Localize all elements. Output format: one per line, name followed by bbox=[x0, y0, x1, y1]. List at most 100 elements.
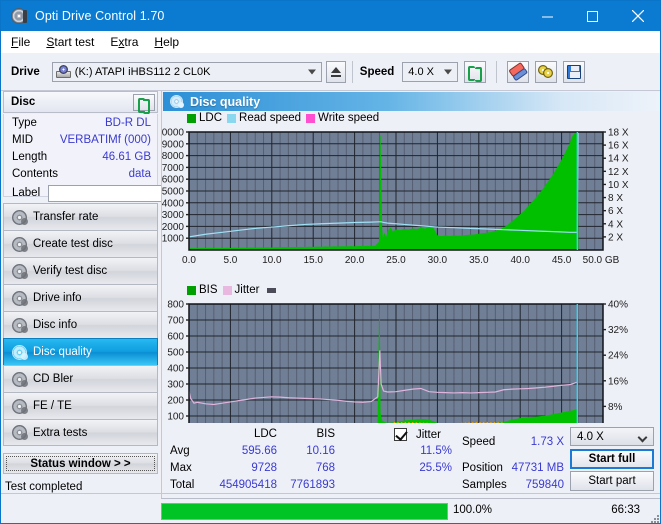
svg-text:800: 800 bbox=[167, 300, 184, 311]
sidebar-item-extra-tests[interactable]: Extra tests bbox=[3, 419, 158, 446]
stats-jitter-max: 25.5% bbox=[419, 462, 452, 474]
svg-text:18 X: 18 X bbox=[608, 128, 629, 139]
legend-swatch-read-speed bbox=[227, 113, 237, 123]
svg-text:5000: 5000 bbox=[162, 187, 184, 198]
stats-row-label-max: Max bbox=[170, 462, 192, 474]
cd-icon bbox=[12, 371, 28, 387]
sidebar-item-label: Disc info bbox=[33, 319, 78, 331]
sidebar-item-disc-quality[interactable]: Disc quality bbox=[3, 338, 158, 365]
save-button[interactable] bbox=[563, 60, 586, 83]
chevron-down-icon bbox=[637, 432, 648, 443]
resize-grip[interactable] bbox=[649, 513, 659, 523]
menu-start-test-rest: tart test bbox=[54, 35, 95, 49]
status-window-button[interactable]: Status window > > bbox=[3, 453, 158, 474]
status-text-container: Test completed bbox=[1, 477, 160, 497]
svg-text:9000: 9000 bbox=[162, 139, 184, 150]
disc-row-type-label: Type bbox=[12, 116, 37, 129]
disc-row-contents-label: Contents bbox=[12, 167, 59, 180]
disc-row-mid-value: VERBATIMf (000) bbox=[59, 133, 151, 146]
sidebar-item-verify-test-disc[interactable]: Verify test disc bbox=[3, 257, 158, 284]
position-stat-label: Position bbox=[462, 462, 503, 474]
maximize-icon[interactable] bbox=[570, 1, 615, 31]
test-speed-select[interactable]: 4.0 X bbox=[570, 427, 654, 446]
disc-row-contents-value: data bbox=[128, 167, 151, 180]
cd-icon bbox=[12, 425, 28, 440]
svg-text:15.0: 15.0 bbox=[303, 255, 323, 266]
svg-text:4 X: 4 X bbox=[608, 219, 623, 230]
legend-swatch-bis bbox=[187, 285, 196, 295]
erase-button[interactable] bbox=[507, 60, 530, 83]
disc-refresh-button[interactable] bbox=[133, 94, 155, 114]
progress-bar bbox=[161, 503, 448, 520]
stats-ldc-avg: 595.66 bbox=[241, 445, 277, 457]
cd-icon bbox=[12, 344, 28, 360]
sidebar-item-fe-te[interactable]: FE / TE bbox=[3, 392, 158, 419]
sidebar-item-transfer-rate[interactable]: Transfer rate bbox=[3, 203, 158, 230]
close-icon[interactable] bbox=[615, 1, 660, 31]
svg-text:10000: 10000 bbox=[162, 128, 184, 139]
bitsetting-button[interactable] bbox=[535, 60, 558, 83]
legend-entry-bis: BIS bbox=[187, 284, 218, 296]
svg-text:0.0: 0.0 bbox=[182, 255, 196, 266]
status-text: Test completed bbox=[5, 481, 83, 493]
eject-button[interactable] bbox=[325, 60, 346, 83]
cd-icon bbox=[12, 209, 28, 225]
menu-file-rest: ile bbox=[18, 35, 31, 49]
left-panel: Disc Type BD-R DL MID VERBATIMf (000) Le… bbox=[1, 91, 251, 523]
chevron-down-icon bbox=[444, 69, 453, 74]
speed-select[interactable]: 4.0 X bbox=[402, 61, 459, 82]
menu-help[interactable]: Help bbox=[154, 35, 179, 49]
svg-text:100: 100 bbox=[167, 412, 184, 423]
svg-text:16 X: 16 X bbox=[608, 141, 629, 152]
stats-panel: Avg Max Total LDC BIS 595.66 9728 454905… bbox=[161, 423, 660, 496]
sidebar-item-label: Drive info bbox=[33, 292, 82, 304]
legend-swatch-ldc bbox=[187, 113, 196, 123]
sidebar-item-label: Create test disc bbox=[33, 238, 113, 250]
menu-bar: File Start test Extra Help bbox=[1, 31, 660, 53]
sidebar-item-create-test-disc[interactable]: Create test disc bbox=[3, 230, 158, 257]
jitter-checkbox[interactable] bbox=[394, 428, 407, 441]
app-icon bbox=[11, 8, 27, 24]
bis-chart-legend: BIS Jitter bbox=[187, 284, 277, 296]
svg-text:30.0: 30.0 bbox=[428, 255, 448, 266]
disc-header-title: Disc bbox=[11, 96, 36, 108]
eraser-icon bbox=[508, 61, 528, 81]
refresh-button[interactable] bbox=[464, 60, 487, 83]
svg-text:50.0 GB: 50.0 GB bbox=[583, 255, 620, 266]
cd-icon bbox=[12, 290, 28, 306]
legend-swatch-jitter bbox=[222, 285, 232, 295]
chevron-down-icon bbox=[307, 69, 316, 74]
stats-bis-max: 768 bbox=[315, 462, 335, 474]
menu-file[interactable]: File bbox=[11, 35, 30, 49]
drive-select[interactable]: (K:) ATAPI iHBS112 2 CL0K bbox=[51, 61, 322, 82]
speed-label: Speed bbox=[359, 65, 395, 78]
svg-text:40.0: 40.0 bbox=[510, 255, 530, 266]
start-part-button[interactable]: Start part bbox=[570, 471, 654, 491]
sidebar-item-cd-bler[interactable]: CD Bler bbox=[3, 365, 158, 392]
drive-select-value: (K:) ATAPI iHBS112 2 CL0K bbox=[74, 65, 211, 78]
sidebar-item-disc-info[interactable]: Disc info bbox=[3, 311, 158, 338]
legend-label-ldc: LDC bbox=[199, 112, 223, 124]
disc-label-caption: Label bbox=[12, 187, 41, 199]
menu-extra[interactable]: Extra bbox=[110, 35, 138, 49]
svg-text:2 X: 2 X bbox=[608, 232, 623, 243]
refresh-icon bbox=[138, 97, 150, 114]
legend-entry-ldc: LDC bbox=[187, 112, 222, 124]
start-part-label: Start part bbox=[588, 475, 636, 487]
stats-ldc-total: 454905418 bbox=[219, 479, 277, 491]
menu-start-test[interactable]: Start test bbox=[46, 35, 94, 49]
svg-text:12 X: 12 X bbox=[608, 167, 629, 178]
page-title: Disc quality bbox=[190, 94, 261, 109]
svg-text:8%: 8% bbox=[608, 402, 623, 413]
sidebar-item-label: FE / TE bbox=[33, 400, 72, 412]
minimize-icon[interactable] bbox=[525, 1, 570, 31]
start-full-button[interactable]: Start full bbox=[570, 449, 654, 469]
samples-stat-value: 759840 bbox=[525, 479, 564, 491]
toolbar-separator-2 bbox=[496, 60, 498, 83]
svg-text:200: 200 bbox=[167, 396, 184, 407]
svg-text:8 X: 8 X bbox=[608, 193, 623, 204]
svg-text:40%: 40% bbox=[608, 300, 628, 311]
svg-text:25.0: 25.0 bbox=[386, 255, 406, 266]
disc-row-length-label: Length bbox=[12, 150, 48, 163]
sidebar-item-drive-info[interactable]: Drive info bbox=[3, 284, 158, 311]
